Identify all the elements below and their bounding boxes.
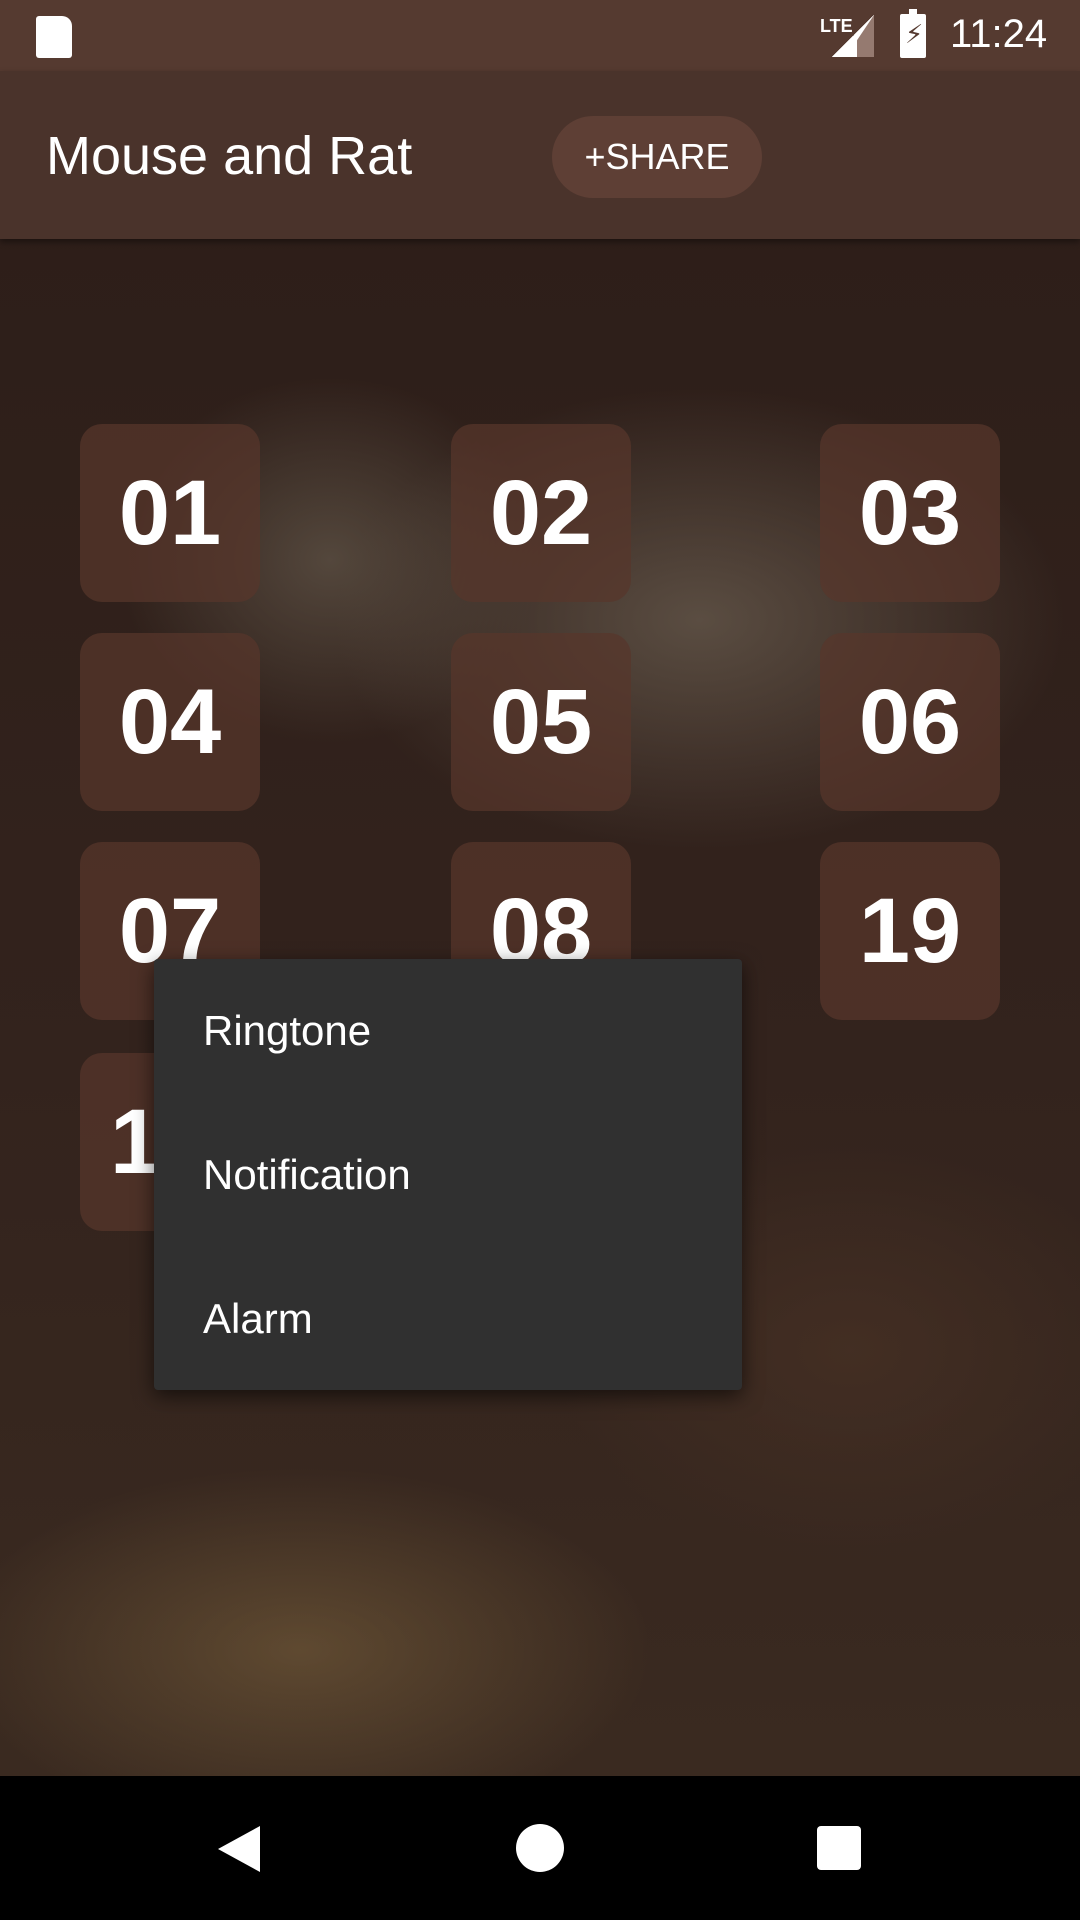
menu-item-notification[interactable]: Notification [154,1103,742,1247]
home-icon[interactable] [516,1824,564,1872]
recents-icon[interactable] [817,1826,861,1870]
sound-button[interactable]: 03 [820,424,1000,602]
back-icon[interactable] [218,1826,260,1872]
share-button[interactable]: +SHARE [552,116,762,198]
sound-button[interactable]: 19 [820,842,1000,1020]
menu-item-ringtone[interactable]: Ringtone [154,959,742,1103]
battery-charging-icon: ⚡ [900,9,926,58]
status-bar: LTE ⚡ 11:24 [0,0,1080,71]
menu-item-alarm[interactable]: Alarm [154,1247,742,1391]
sd-card-icon [36,16,72,58]
app-bar: Mouse and Rat +SHARE [0,71,1080,239]
clock: 11:24 [950,12,1048,56]
sound-button[interactable]: 04 [80,633,260,811]
sound-button[interactable]: 01 [80,424,260,602]
sound-button[interactable]: 05 [451,633,631,811]
context-menu: Ringtone Notification Alarm [154,959,742,1390]
app-title: Mouse and Rat [46,126,413,186]
sound-button[interactable]: 02 [451,424,631,602]
sound-button[interactable]: 06 [820,633,1000,811]
